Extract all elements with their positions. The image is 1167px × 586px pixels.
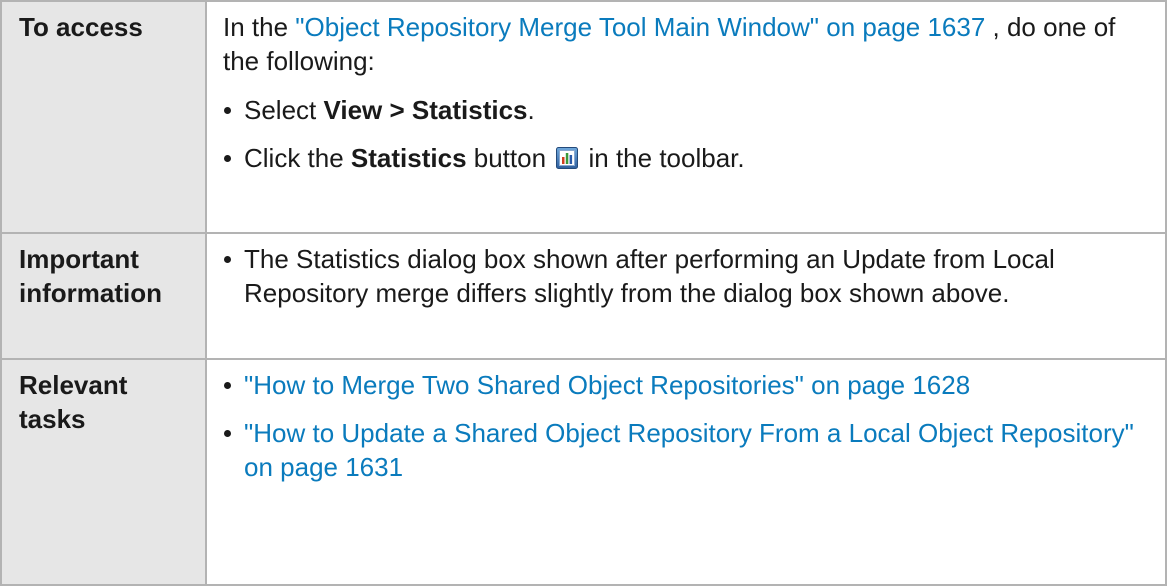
important-list: The Statistics dialog box shown after pe… [223, 242, 1155, 310]
bullet-icon [224, 430, 231, 437]
button-name-text: Statistics [350, 143, 467, 173]
statistics-chart-icon [556, 147, 579, 169]
row-header-to-access: To access [0, 0, 207, 234]
list-item-important-note: The Statistics dialog box shown after pe… [223, 242, 1155, 310]
row-content-relevant-tasks: "How to Merge Two Shared Object Reposito… [205, 358, 1167, 586]
row-content-to-access: In the "Object Repository Merge Tool Mai… [205, 0, 1167, 234]
main-window-link[interactable]: "Object Repository Merge Tool Main Windo… [295, 12, 985, 42]
item-text-middle: button [466, 143, 554, 173]
menu-path-text: View > Statistics [323, 95, 528, 125]
list-item-task-merge: "How to Merge Two Shared Object Reposito… [223, 368, 1155, 402]
row-relevant-tasks: Relevant tasks "How to Merge Two Shared … [0, 358, 1167, 586]
item-text: Select [244, 95, 324, 125]
important-note-text: The Statistics dialog box shown after pe… [244, 244, 1055, 308]
merge-repositories-link[interactable]: "How to Merge Two Shared Object Reposito… [244, 370, 970, 400]
row-header-relevant-tasks: Relevant tasks [0, 358, 207, 586]
bullet-icon [224, 107, 231, 114]
row-to-access: To access In the "Object Repository Merg… [0, 0, 1167, 234]
bullet-icon [224, 155, 231, 162]
tasks-list: "How to Merge Two Shared Object Reposito… [223, 368, 1155, 484]
item-text-end: . [527, 95, 535, 125]
update-repository-link[interactable]: "How to Update a Shared Object Repositor… [244, 418, 1134, 482]
list-item-select-view-statistics: Select View > Statistics. [223, 93, 1155, 127]
bullet-icon [224, 382, 231, 389]
access-intro: In the "Object Repository Merge Tool Mai… [223, 10, 1155, 78]
info-table: To access In the "Object Repository Merg… [0, 0, 1167, 586]
access-intro-prefix: In the [223, 12, 296, 42]
row-content-important-information: The Statistics dialog box shown after pe… [205, 232, 1167, 360]
row-header-important-information: Important information [0, 232, 207, 360]
item-text-end: in the toolbar. [581, 143, 745, 173]
bullet-icon [224, 256, 231, 263]
row-important-information: Important information The Statistics dia… [0, 232, 1167, 360]
access-list: Select View > Statistics. Click the Stat… [223, 93, 1155, 175]
list-item-click-statistics-button: Click the Statistics button in the toolb… [223, 141, 1155, 175]
list-item-task-update: "How to Update a Shared Object Repositor… [223, 416, 1155, 484]
item-text: Click the [244, 143, 351, 173]
